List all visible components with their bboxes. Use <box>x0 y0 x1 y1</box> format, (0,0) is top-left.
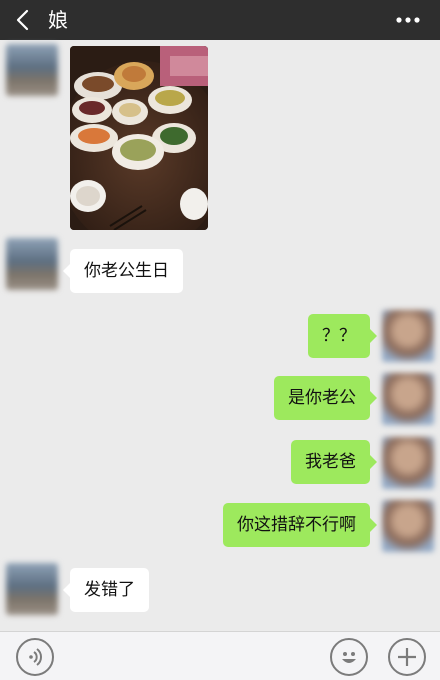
chevron-left-icon <box>16 9 29 31</box>
contact-avatar[interactable] <box>6 238 58 290</box>
my-avatar[interactable] <box>382 500 434 552</box>
contact-avatar[interactable] <box>6 563 58 615</box>
voice-icon <box>29 648 42 666</box>
voice-button[interactable] <box>16 638 54 676</box>
my-avatar[interactable] <box>382 437 434 489</box>
more-button[interactable] <box>388 6 428 34</box>
my-avatar[interactable] <box>382 373 434 425</box>
emoji-button[interactable] <box>330 638 368 676</box>
emoji-icon <box>342 652 356 663</box>
plus-icon <box>398 648 416 666</box>
contact-name: 娘 <box>48 8 68 32</box>
more-dots-icon <box>396 17 420 23</box>
contact-avatar[interactable] <box>6 44 58 96</box>
message-bubble-incoming[interactable]: 发错了 <box>63 568 149 612</box>
message-bubble-outgoing[interactable]: 是你老公 <box>274 376 377 420</box>
back-button[interactable] <box>10 6 36 34</box>
food-photo <box>70 46 208 230</box>
add-button[interactable] <box>388 638 426 676</box>
message-bubble-incoming[interactable]: 你老公生日 <box>63 249 183 293</box>
input-bar <box>0 631 440 680</box>
message-bubble-outgoing[interactable]: 你这措辞不行啊 <box>223 503 377 547</box>
message-bubble-outgoing[interactable]: ？？ <box>308 314 377 358</box>
message-bubble-outgoing[interactable]: 我老爸 <box>291 440 377 484</box>
my-avatar[interactable] <box>382 310 434 362</box>
chat-image[interactable] <box>70 46 208 230</box>
chat-header: 娘 <box>0 0 440 40</box>
